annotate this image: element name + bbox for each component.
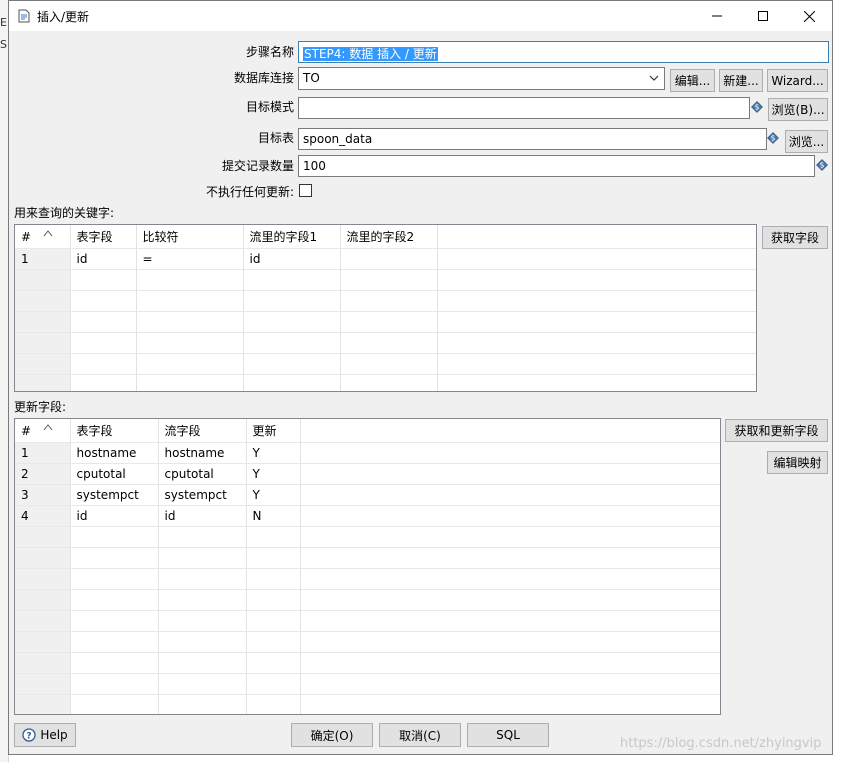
- commit-size-label: 提交记录数量: [221, 159, 294, 173]
- desktop-fragment: S: [0, 38, 7, 51]
- sql-button[interactable]: SQL: [467, 723, 549, 747]
- svg-text:?: ?: [27, 732, 32, 742]
- table-row[interactable]: 3 systempct systempct Y: [15, 484, 720, 506]
- table-row[interactable]: 4 id id N: [15, 505, 720, 527]
- step-name-value: STEP4: 数据 插入 / 更新: [303, 47, 438, 61]
- column-header[interactable]: 更新: [246, 419, 301, 443]
- wizard-button[interactable]: Wizard...: [767, 69, 828, 92]
- new-connection-button[interactable]: 新建...: [719, 69, 763, 92]
- empty-row: [15, 673, 720, 695]
- update-fields-table[interactable]: # 表字段 流字段 更新 1 hostname hostname Y 2 cpu…: [14, 418, 721, 715]
- chevron-down-icon[interactable]: [647, 68, 661, 88]
- no-update-checkbox[interactable]: [299, 184, 312, 197]
- empty-row: [15, 694, 720, 714]
- step-name-input[interactable]: STEP4: 数据 插入 / 更新: [298, 41, 829, 63]
- maximize-icon: [758, 11, 768, 21]
- empty-row: [15, 332, 756, 354]
- help-label: Help: [40, 728, 68, 742]
- edit-connection-button[interactable]: 编辑...: [670, 69, 715, 92]
- browse-table-button[interactable]: 浏览...: [785, 130, 828, 153]
- row-number-header[interactable]: #: [15, 225, 71, 249]
- document-icon: [18, 9, 30, 23]
- empty-row: [15, 311, 756, 333]
- table-row[interactable]: 1 id = id: [15, 248, 756, 270]
- insert-update-dialog: 插入/更新 步骤名称 STEP4: 数据 插入 / 更新 数据库连接 TO 编辑…: [8, 0, 833, 755]
- row-number-header[interactable]: #: [15, 419, 71, 443]
- column-header[interactable]: 表字段: [70, 419, 159, 443]
- svg-text:$: $: [771, 134, 776, 143]
- commit-size-input[interactable]: 100: [298, 155, 815, 177]
- table-row[interactable]: 1 hostname hostname Y: [15, 442, 720, 464]
- column-header[interactable]: 流里的字段2: [340, 225, 438, 249]
- target-schema-input[interactable]: [298, 97, 750, 119]
- minimize-icon: [712, 15, 722, 17]
- no-update-label: 不执行任何更新:: [205, 185, 294, 199]
- empty-row: [15, 353, 756, 375]
- get-fields-button[interactable]: 获取字段: [762, 226, 828, 249]
- table-row[interactable]: 2 cputotal cputotal Y: [15, 463, 720, 485]
- browse-schema-button[interactable]: 浏览(B)...: [768, 98, 828, 121]
- connection-select[interactable]: TO: [298, 67, 665, 90]
- column-header[interactable]: 流字段: [158, 419, 247, 443]
- target-schema-label: 目标模式: [245, 100, 294, 114]
- sort-ascending-icon: [43, 229, 53, 236]
- empty-row: [15, 374, 756, 391]
- help-button[interactable]: ? Help: [14, 723, 76, 747]
- sort-ascending-icon: [43, 423, 53, 430]
- column-header[interactable]: 比较符: [136, 225, 244, 249]
- close-button[interactable]: [786, 1, 832, 31]
- empty-row: [15, 631, 720, 653]
- edit-mapping-button[interactable]: 编辑映射: [767, 451, 828, 474]
- desktop-fragment: E: [0, 16, 7, 29]
- update-fields-section-label: 更新字段:: [14, 400, 67, 414]
- empty-row: [15, 568, 720, 590]
- variable-icon: $: [767, 132, 779, 144]
- empty-row: [15, 290, 756, 312]
- key-lookup-section-label: 用来查询的关键字:: [14, 206, 115, 220]
- connection-value: TO: [303, 71, 320, 85]
- cancel-button[interactable]: 取消(C): [379, 723, 461, 747]
- empty-row: [15, 589, 720, 611]
- title-bar: 插入/更新: [9, 1, 832, 31]
- close-icon: [803, 10, 815, 22]
- variable-icon: $: [816, 159, 828, 171]
- svg-text:$: $: [820, 161, 825, 170]
- help-icon: ?: [22, 728, 36, 742]
- minimize-button[interactable]: [694, 1, 740, 31]
- column-header[interactable]: 流里的字段1: [243, 225, 341, 249]
- maximize-button[interactable]: [740, 1, 786, 31]
- variable-icon: $: [751, 101, 763, 113]
- connection-label: 数据库连接: [233, 71, 294, 85]
- watermark: https://blog.csdn.net/zhyingvip: [620, 736, 822, 751]
- step-name-label: 步骤名称: [245, 45, 294, 59]
- get-update-fields-button[interactable]: 获取和更新字段: [725, 419, 828, 442]
- ok-button[interactable]: 确定(O): [291, 723, 373, 747]
- target-table-label: 目标表: [257, 131, 294, 145]
- empty-row: [15, 610, 720, 632]
- dialog-title: 插入/更新: [37, 10, 90, 24]
- empty-row: [15, 526, 720, 548]
- empty-row: [15, 269, 756, 291]
- svg-text:$: $: [755, 103, 760, 112]
- target-table-input[interactable]: spoon_data: [298, 128, 767, 150]
- table-header-row: # 表字段 流字段 更新: [15, 419, 720, 443]
- key-lookup-table[interactable]: # 表字段 比较符 流里的字段1 流里的字段2 1 id = id: [14, 224, 757, 392]
- empty-row: [15, 547, 720, 569]
- column-header[interactable]: 表字段: [70, 225, 137, 249]
- empty-row: [15, 652, 720, 674]
- table-header-row: # 表字段 比较符 流里的字段1 流里的字段2: [15, 225, 756, 249]
